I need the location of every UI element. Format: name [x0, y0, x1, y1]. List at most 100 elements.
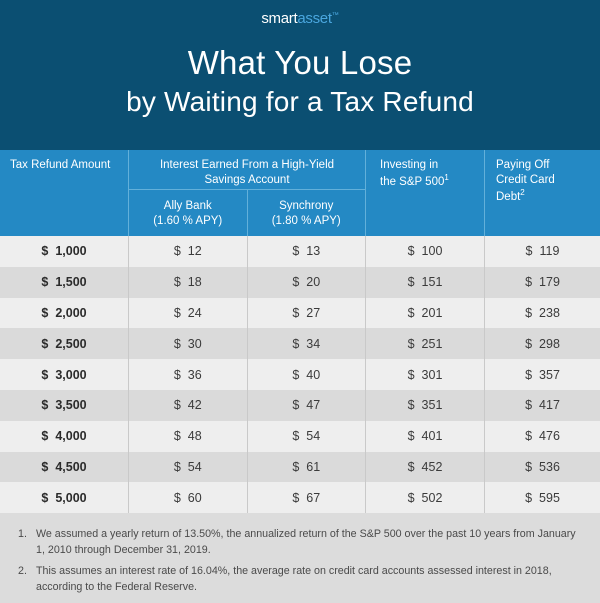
currency-symbol: $ — [292, 367, 300, 382]
cell-value: 476 — [539, 429, 560, 444]
currency-symbol: $ — [41, 275, 49, 290]
currency-symbol: $ — [173, 305, 181, 320]
cell-sp500: $251 — [365, 328, 484, 360]
cell-value: 2,000 — [55, 305, 87, 320]
cell-value: 301 — [421, 367, 443, 382]
cell-value: 2,500 — [55, 336, 87, 351]
cell-value: 100 — [421, 244, 443, 259]
currency-symbol: $ — [407, 459, 415, 474]
sp500-line-2: the S&P 5001 — [380, 173, 484, 190]
cell-value: 179 — [539, 275, 560, 290]
currency-symbol: $ — [173, 398, 181, 413]
footnote-number: 2. — [18, 564, 27, 577]
cell-value: 595 — [539, 490, 560, 505]
currency-symbol: $ — [407, 305, 415, 320]
currency-symbol: $ — [292, 305, 300, 320]
column-header-ally-bank: Ally Bank (1.60 % APY) — [129, 190, 247, 236]
footnote-ref-2: 2 — [520, 188, 525, 198]
cell-credit-card-debt: $179 — [484, 266, 600, 298]
cell-tax-refund-amount: $2,000 — [0, 298, 128, 329]
cell-value: 40 — [306, 367, 321, 382]
debt-line-2: Credit Card — [496, 174, 555, 187]
currency-symbol: $ — [525, 367, 533, 382]
cell-credit-card-debt: $536 — [484, 451, 600, 483]
cell-value: 298 — [539, 336, 560, 351]
hero-banner: smartasset™ What You Lose by Waiting for… — [0, 0, 600, 150]
cell-ally-bank: $54 — [128, 451, 247, 483]
cell-sp500: $151 — [365, 266, 484, 298]
cell-value: 119 — [539, 244, 560, 259]
currency-symbol: $ — [292, 244, 300, 259]
cell-ally-bank: $36 — [128, 359, 247, 390]
currency-symbol: $ — [407, 336, 415, 351]
synchrony-rate: (1.80 % APY) — [271, 215, 341, 228]
cell-value: 351 — [421, 398, 443, 413]
cell-value: 4,500 — [55, 459, 87, 474]
column-header-credit-card-debt: Paying Off Credit Card Debt2 — [484, 150, 600, 236]
cell-value: 1,000 — [55, 244, 87, 259]
footnote-item: 1. We assumed a yearly return of 13.50%, … — [18, 527, 582, 559]
currency-symbol: $ — [41, 336, 49, 351]
cell-sp500: $401 — [365, 420, 484, 452]
currency-symbol: $ — [173, 275, 181, 290]
table-row: $1,000 $12 $13 $100 $119 — [0, 236, 600, 267]
sp500-text: the S&P 500 — [380, 176, 445, 188]
column-header-synchrony: Synchrony (1.80 % APY) — [246, 190, 366, 236]
cell-synchrony: $27 — [246, 297, 366, 329]
trademark-icon: ™ — [331, 12, 339, 19]
ally-bank-name: Ally Bank — [163, 200, 212, 212]
cell-value: 27 — [306, 305, 321, 320]
cell-credit-card-debt: $119 — [484, 236, 600, 267]
cell-synchrony: $54 — [246, 420, 366, 452]
table-row: $4,500 $54 $61 $452 $536 — [0, 451, 600, 483]
cell-tax-refund-amount: $5,000 — [0, 482, 128, 513]
cell-value: 54 — [306, 429, 321, 444]
table-header-row: Tax Refund Amount Interest Earned From a… — [0, 150, 600, 236]
table-row: $1,500 $18 $20 $151 $179 — [0, 266, 600, 298]
currency-symbol: $ — [292, 490, 300, 505]
cell-tax-refund-amount: $1,500 — [0, 267, 128, 298]
currency-symbol: $ — [41, 490, 49, 505]
currency-symbol: $ — [525, 459, 533, 474]
cell-tax-refund-amount: $3,000 — [0, 359, 128, 390]
cell-value: 502 — [421, 490, 443, 505]
page-title-line-2: by Waiting for a Tax Refund — [126, 85, 474, 117]
cell-synchrony: $67 — [246, 482, 366, 514]
cell-value: 12 — [187, 244, 202, 259]
cell-synchrony: $61 — [246, 451, 366, 483]
cell-ally-bank: $48 — [128, 420, 247, 452]
cell-sp500: $100 — [365, 236, 484, 267]
cell-value: 61 — [306, 459, 321, 474]
page-title-line-1: What You Lose — [187, 44, 413, 81]
currency-symbol: $ — [525, 398, 533, 413]
cell-value: 47 — [306, 398, 321, 413]
currency-symbol: $ — [41, 367, 49, 382]
currency-symbol: $ — [41, 459, 49, 474]
currency-symbol: $ — [407, 367, 415, 382]
currency-symbol: $ — [525, 336, 533, 351]
currency-symbol: $ — [292, 398, 300, 413]
table-body: $1,000 $12 $13 $100 $119 $1,500 $18 $20 $151 $179… — [0, 236, 600, 514]
cell-ally-bank: $60 — [128, 482, 247, 514]
column-header-tax-refund-amount: Tax Refund Amount — [0, 150, 128, 236]
currency-symbol: $ — [173, 367, 181, 382]
currency-symbol: $ — [173, 429, 181, 444]
sp500-line-1: Investing in — [380, 159, 439, 171]
footnote-text: We assumed a yearly return of 13.50%, th… — [36, 528, 576, 556]
table-row: $5,000 $60 $67 $502 $595 — [0, 482, 600, 514]
cell-value: 3,000 — [55, 367, 87, 382]
cell-value: 238 — [539, 305, 560, 320]
currency-symbol: $ — [407, 490, 415, 505]
currency-symbol: $ — [525, 490, 533, 505]
cell-value: 251 — [421, 336, 443, 351]
cell-sp500: $301 — [365, 359, 484, 390]
currency-symbol: $ — [41, 429, 49, 444]
ally-bank-rate: (1.60 % APY) — [153, 215, 223, 228]
debt-line-1: Paying Off — [496, 159, 550, 171]
cell-value: 452 — [421, 459, 443, 474]
cell-ally-bank: $24 — [128, 297, 247, 329]
synchrony-name: Synchrony — [279, 200, 334, 212]
cell-tax-refund-amount: $1,000 — [0, 236, 128, 267]
logo-text-smart: smart — [261, 10, 298, 27]
column-header-group-label: Interest Earned From a High-Yield Saving… — [129, 150, 365, 190]
